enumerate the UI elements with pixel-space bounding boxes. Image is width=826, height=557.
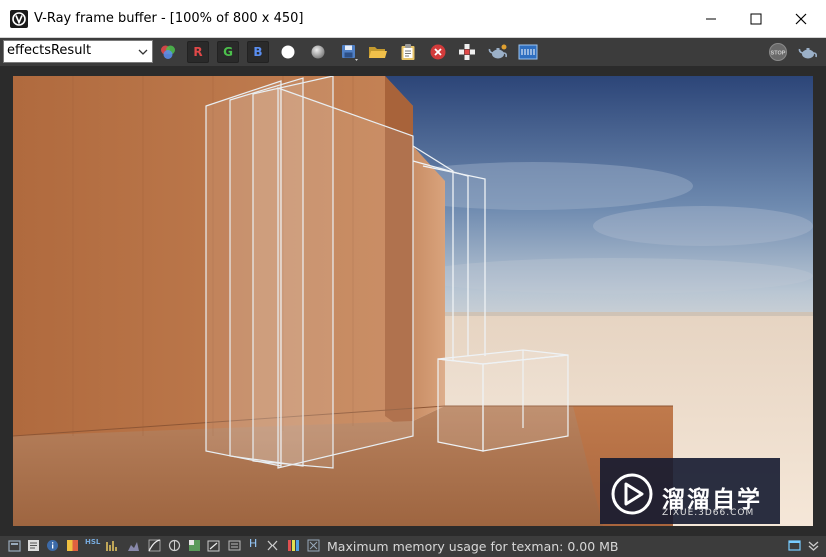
track-mouse-icon	[459, 44, 475, 60]
expand-panel-icon[interactable]	[807, 539, 820, 552]
vray-logo-icon	[10, 10, 28, 28]
blue-channel-button[interactable]: B	[247, 41, 269, 63]
render-log-icon[interactable]	[27, 539, 40, 552]
histogram-icon[interactable]	[127, 539, 140, 552]
chevron-down-icon	[138, 49, 148, 55]
clipboard-icon	[401, 44, 415, 60]
clear-image-button[interactable]	[426, 40, 450, 64]
ocio-icon[interactable]	[228, 539, 241, 552]
color-corrections-icon[interactable]	[66, 539, 79, 552]
minimize-icon	[706, 18, 716, 20]
info-icon[interactable]	[46, 539, 59, 552]
white-balance-icon[interactable]	[188, 539, 201, 552]
rgb-circles-icon	[161, 45, 175, 59]
lens-effects-icon[interactable]	[287, 539, 300, 552]
curves-icon[interactable]	[148, 539, 161, 552]
save-image-button[interactable]	[337, 40, 361, 64]
levels-icon[interactable]	[106, 539, 119, 552]
close-icon	[795, 13, 807, 25]
lut-icon[interactable]	[207, 539, 220, 552]
track-mouse-button[interactable]	[455, 40, 479, 64]
red-channel-button[interactable]: R	[187, 41, 209, 63]
alpha-white-button[interactable]	[276, 40, 300, 64]
grey-circle-icon	[311, 45, 325, 59]
monochrome-button[interactable]	[306, 40, 330, 64]
minimize-button[interactable]	[688, 0, 734, 38]
render-channel-value: effectsResult	[7, 43, 92, 58]
stamp-icon[interactable]	[307, 539, 320, 552]
floppy-disk-icon	[342, 45, 358, 61]
maximize-button[interactable]	[733, 0, 779, 38]
green-channel-button[interactable]: G	[217, 41, 239, 63]
maximize-icon	[750, 13, 762, 25]
close-button[interactable]	[778, 0, 824, 38]
white-circle-icon	[281, 45, 295, 59]
load-image-button[interactable]	[366, 40, 390, 64]
show-vfb-icon[interactable]	[8, 539, 21, 552]
hsl-button[interactable]: HSL	[85, 538, 101, 551]
film-strip-icon	[518, 44, 538, 60]
toolbar: effectsResult R G B STOP	[0, 38, 826, 66]
vfb-history-button[interactable]	[516, 40, 540, 64]
compare-ab-icon[interactable]	[266, 539, 279, 552]
exposure-icon[interactable]	[168, 539, 181, 552]
window-layout-icon[interactable]	[788, 539, 801, 552]
watermark-logo-icon	[611, 473, 653, 515]
render-channel-select[interactable]: effectsResult	[3, 40, 153, 63]
window-title: V-Ray frame buffer - [100% of 800 x 450]	[34, 11, 304, 26]
teapot-icon	[488, 44, 508, 59]
title-bar: V-Ray frame buffer - [100% of 800 x 450]	[0, 0, 826, 38]
watermark: 溜溜自学 ZIXUE.3D66.COM	[600, 458, 780, 524]
stop-render-button[interactable]: STOP	[766, 40, 790, 64]
render-last-button[interactable]	[796, 40, 820, 64]
h-button[interactable]: H	[249, 537, 262, 550]
teapot-render-icon	[798, 48, 818, 59]
status-message: Maximum memory usage for texman: 0.00 MB	[327, 539, 619, 554]
status-bar: HSL H Maximum memory usage for texman: 0…	[0, 536, 826, 557]
color-mode-button[interactable]	[156, 40, 180, 64]
open-folder-icon	[369, 47, 387, 58]
watermark-subtitle: ZIXUE.3D66.COM	[662, 508, 755, 518]
copy-to-clipboard-button[interactable]	[396, 40, 420, 64]
stop-label: STOP	[771, 51, 786, 57]
stop-icon: STOP	[769, 43, 787, 61]
render-button[interactable]	[486, 40, 510, 64]
clear-x-icon	[430, 44, 446, 60]
